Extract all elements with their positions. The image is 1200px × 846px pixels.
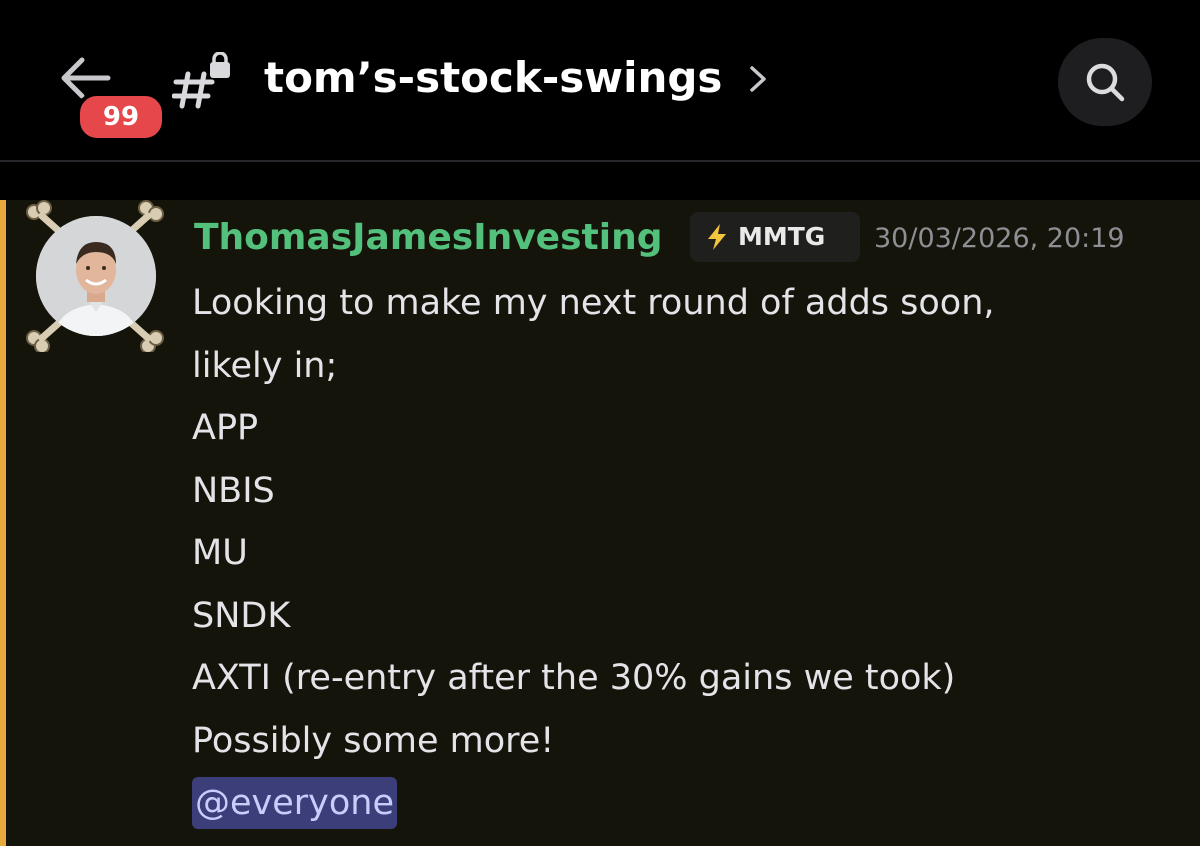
message-line: likely in;: [192, 345, 338, 386]
message-line: NBIS: [192, 470, 275, 511]
search-icon: [1086, 63, 1125, 102]
avatar-with-decoration[interactable]: [20, 200, 170, 352]
message-line: Looking to make my next round of adds so…: [192, 283, 995, 323]
guild-tag-label: MMTG: [738, 222, 826, 251]
chat-screen: 99 tom’s-stock-swings ThomasJamesInvesti…: [0, 0, 1200, 846]
channel-name[interactable]: tom’s-stock-swings: [264, 48, 722, 108]
unread-badge: 99: [76, 92, 166, 142]
guild-tag[interactable]: MMTG: [690, 212, 860, 262]
lightning-bolt-icon: [708, 224, 726, 250]
message-author[interactable]: ThomasJamesInvesting: [194, 210, 662, 266]
header-divider: [0, 160, 1200, 162]
message-line: MU: [192, 533, 248, 573]
message-line: Possibly some more!: [192, 720, 555, 761]
mention-line: @everyone: [192, 772, 1182, 835]
message-line: AXTI (re-entry after the 30% gains we to…: [192, 658, 956, 698]
message-timestamp: 30/03/2026, 20:19: [874, 223, 1125, 254]
everyone-mention[interactable]: @everyone: [192, 777, 398, 829]
avatar: [36, 216, 156, 336]
locked-hash-icon: [172, 52, 230, 109]
person-portrait-icon: [36, 216, 156, 336]
message-line: APP: [192, 408, 259, 448]
message-content: Looking to make my next round of adds so…: [192, 272, 1182, 835]
message-line: SNDK: [192, 595, 291, 636]
chevron-right-icon[interactable]: [746, 62, 770, 96]
channel-header: 99 tom’s-stock-swings: [0, 0, 1200, 162]
search-button[interactable]: [1058, 38, 1152, 126]
mention-indicator-bar: [0, 200, 6, 846]
